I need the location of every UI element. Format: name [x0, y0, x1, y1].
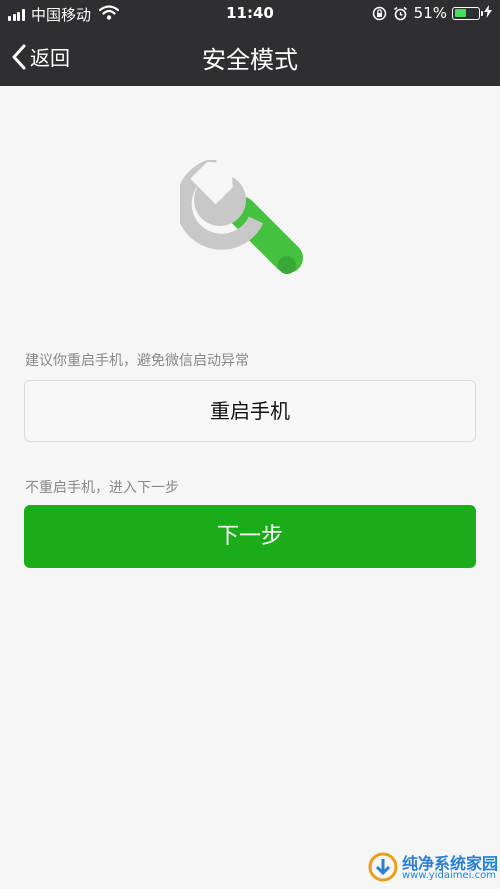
battery-fill [454, 9, 467, 17]
wrench-icon [175, 158, 310, 290]
alarm-icon [393, 6, 408, 21]
watermark-logo [368, 852, 398, 882]
status-bar: 中国移动 11:40 51% [0, 0, 500, 28]
charging-icon [484, 4, 492, 22]
next-hint: 不重启手机，进入下一步 [25, 480, 179, 496]
next-step-button[interactable]: 下一步 [24, 505, 476, 568]
restart-phone-button[interactable]: 重启手机 [24, 380, 476, 442]
status-right: 51% [372, 4, 492, 22]
nav-bar: 返回 安全模式 [0, 28, 500, 86]
restart-hint: 建议你重启手机，避免微信启动异常 [25, 353, 249, 369]
battery-percent: 51% [413, 4, 447, 22]
rotation-lock-icon [372, 6, 387, 21]
battery-icon [452, 6, 483, 20]
top-bar: 中国移动 11:40 51% 返回 安全模式 [0, 0, 500, 86]
page-title: 安全模式 [202, 46, 298, 74]
watermark-url: www.yidaimei.com [402, 870, 496, 881]
